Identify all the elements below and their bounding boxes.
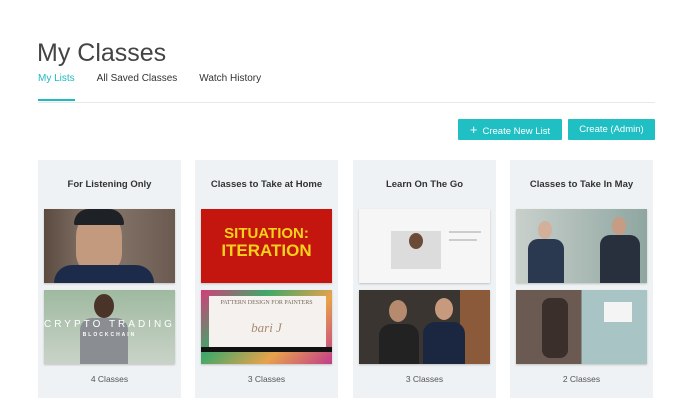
list-title: Classes to Take at Home bbox=[195, 179, 338, 190]
class-thumbnail[interactable] bbox=[516, 290, 647, 364]
class-count: 3 Classes bbox=[353, 374, 496, 384]
thumbnail-subtitle: bari J bbox=[201, 320, 332, 336]
create-new-list-label: Create New List bbox=[483, 126, 551, 137]
class-count: 2 Classes bbox=[510, 374, 653, 384]
class-thumbnail[interactable]: CRYPTO TRADING BLOCKCHAIN bbox=[44, 290, 175, 364]
tab-bar: My Lists All Saved Classes Watch History bbox=[38, 73, 283, 101]
class-thumbnail[interactable] bbox=[359, 290, 490, 364]
class-thumbnail[interactable]: PATTERN DESIGN FOR PAINTERS bari J bbox=[201, 290, 332, 364]
list-card[interactable]: Classes to Take at Home SITUATION: ITERA… bbox=[195, 160, 338, 398]
list-card[interactable]: Classes to Take In May 2 Classes bbox=[510, 160, 653, 398]
tab-all-saved-classes[interactable]: All Saved Classes bbox=[97, 73, 178, 101]
list-card[interactable]: For Listening Only CRYPTO TRADING BLOCKC… bbox=[38, 160, 181, 398]
list-title: Learn On The Go bbox=[353, 179, 496, 190]
class-thumbnail[interactable] bbox=[44, 209, 175, 283]
thumbnail-title-2: ITERATION bbox=[201, 241, 332, 261]
class-count: 3 Classes bbox=[195, 374, 338, 384]
page-title: My Classes bbox=[37, 39, 166, 68]
list-title: Classes to Take In May bbox=[510, 179, 653, 190]
tab-watch-history[interactable]: Watch History bbox=[199, 73, 261, 101]
divider bbox=[38, 102, 655, 103]
thumbnail-title: CRYPTO TRADING bbox=[44, 319, 175, 330]
list-title: For Listening Only bbox=[38, 179, 181, 190]
thumbnail-title: SITUATION: bbox=[201, 225, 332, 242]
thumbnail-title: PATTERN DESIGN FOR PAINTERS bbox=[201, 300, 332, 306]
list-card[interactable]: Learn On The Go 3 Classes bbox=[353, 160, 496, 398]
class-thumbnail[interactable] bbox=[516, 209, 647, 283]
class-thumbnail[interactable] bbox=[359, 209, 490, 283]
class-count: 4 Classes bbox=[38, 374, 181, 384]
tab-my-lists[interactable]: My Lists bbox=[38, 73, 75, 101]
class-thumbnail[interactable]: SITUATION: ITERATION bbox=[201, 209, 332, 283]
thumbnail-subtitle: BLOCKCHAIN bbox=[44, 332, 175, 338]
plus-icon: + bbox=[470, 122, 478, 137]
create-admin-button[interactable]: Create (Admin) bbox=[568, 119, 655, 140]
create-new-list-button[interactable]: + Create New List bbox=[458, 119, 562, 140]
